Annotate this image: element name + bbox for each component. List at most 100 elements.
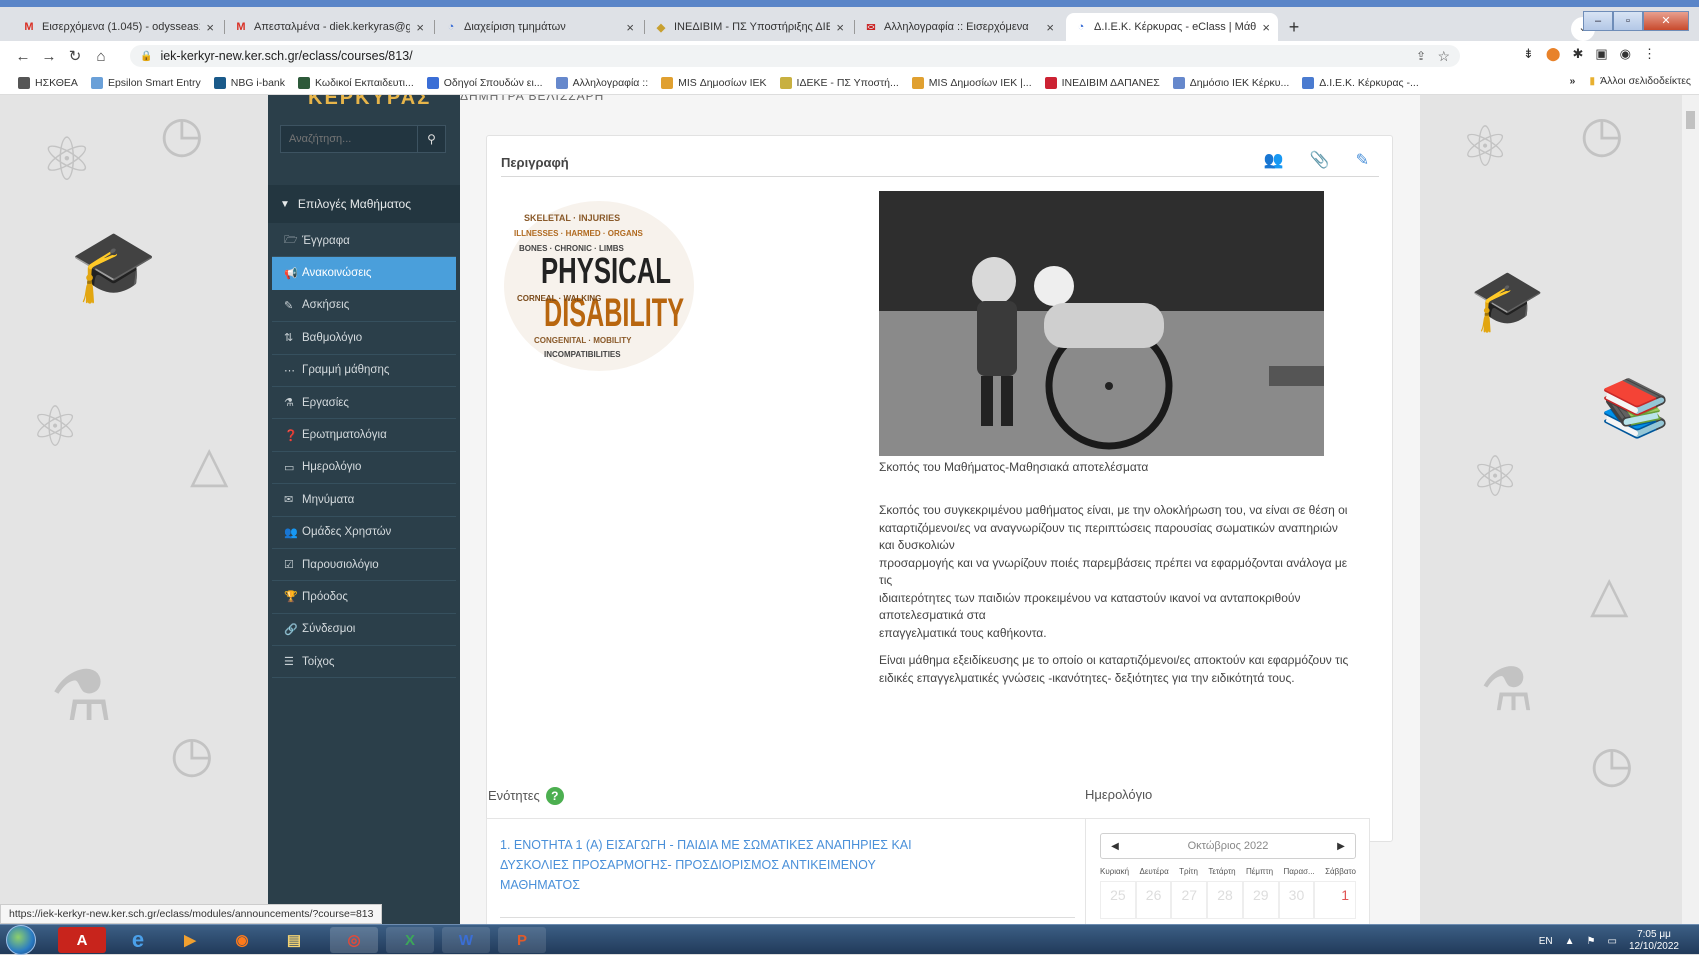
minimize-button[interactable]: – [1583, 11, 1613, 31]
extension-icon[interactable]: ⇟ [1523, 46, 1534, 62]
maximize-button[interactable]: ▫ [1613, 11, 1643, 31]
bookmark-item[interactable]: Δ.Ι.Ε.Κ. Κέρκυρας -... [1302, 76, 1419, 89]
scrollbar-thumb[interactable] [1686, 111, 1695, 129]
sidebar-item-list[interactable]: ☰ Τοίχος [272, 646, 456, 679]
profile-avatar-icon[interactable]: ◉ [1620, 46, 1631, 62]
share-icon[interactable]: ⇪ [1416, 49, 1426, 63]
calendar-day[interactable]: 25 [1100, 881, 1136, 919]
language-indicator[interactable]: EN [1539, 936, 1553, 947]
explorer-taskbar-icon[interactable]: ▤ [270, 927, 318, 953]
bookmark-item[interactable]: Δημόσιο ΙΕΚ Κέρκυ... [1172, 76, 1289, 89]
close-icon[interactable]: × [416, 20, 424, 35]
sidebar-item-envelope[interactable]: ✉ Μηνύματα [272, 484, 456, 517]
bookmark-item[interactable]: Κωδικοί Εκπαιδευτι... [298, 76, 414, 89]
close-icon[interactable]: × [626, 20, 634, 35]
eclass-icon: ◔ [447, 21, 455, 33]
calendar-day[interactable]: 29 [1242, 881, 1279, 919]
other-bookmarks[interactable]: » ▮ Άλλοι σελιδοδείκτες [1570, 75, 1692, 87]
sidebar-item-flask[interactable]: ⚗ Εργασίες [272, 387, 456, 420]
sidebar-item-edit[interactable]: ✎ Ασκήσεις [272, 290, 456, 323]
tab-inedivim[interactable]: ◆ ΙΝΕΔΙΒΙΜ - ΠΣ Υποστήριξης ΔΙΕΚ × [646, 13, 852, 41]
sidebar-item-folder[interactable]: 🗁 Έγγραφα [272, 225, 456, 258]
course-teacher-name: ΔΗΜΗΤΡΑ ΒΕΛΙΣΣΑΡΗ [460, 95, 605, 103]
calendar-next-button[interactable]: ▶ [1327, 841, 1355, 852]
course-description-card: Περιγραφή 👥 📎 ✎ SKELETAL · INJURIES ILLN… [486, 135, 1393, 842]
bookmark-item[interactable]: Epsilon Smart Entry [90, 76, 201, 89]
sidebar-item-megaphone[interactable]: 📢 Ανακοινώσεις [272, 257, 456, 290]
bookmark-item[interactable]: Αλληλογραφία :: [555, 76, 648, 89]
bookmark-star-icon[interactable]: ☆ [1437, 48, 1450, 65]
calendar-day[interactable]: 1 [1314, 881, 1357, 919]
puzzle-icon[interactable]: ✱ [1572, 46, 1583, 62]
new-tab-button[interactable]: + [1283, 17, 1305, 39]
calendar-day[interactable]: 28 [1207, 881, 1243, 919]
acrobat-taskbar-icon[interactable]: A [58, 927, 106, 953]
register-icon[interactable]: ✎ [1356, 150, 1369, 170]
page-scrollbar[interactable] [1682, 95, 1699, 924]
window-close-button[interactable]: ✕ [1643, 11, 1689, 31]
site-logo[interactable]: ΚΕΡΚΥΡΑΣ [308, 95, 431, 110]
ie-taskbar-icon[interactable]: e [114, 927, 162, 953]
excel-taskbar-icon[interactable]: X [386, 927, 434, 953]
reload-button[interactable]: ↻ [62, 47, 88, 65]
users-icon[interactable]: 👥 [1264, 150, 1284, 170]
powerpoint-taskbar-icon[interactable]: P [498, 927, 546, 953]
flag-icon[interactable]: ⚑ [1587, 936, 1596, 947]
sidebar-item-sort[interactable]: ⇅ Βαθμολόγιο [272, 322, 456, 355]
calendar-day[interactable]: 27 [1171, 881, 1208, 919]
calendar-day[interactable]: 26 [1135, 881, 1172, 919]
url-input[interactable]: 🔒 iek-kerkyr-new.ker.sch.gr/eclass/cours… [130, 45, 1460, 67]
sidebar-item-users[interactable]: 👥 Ομάδες Χρηστών [272, 517, 456, 549]
paperclip-icon[interactable]: 📎 [1310, 150, 1330, 170]
chrome-taskbar-icon[interactable]: ◎ [330, 927, 378, 953]
tab-gmail-sent[interactable]: M Απεσταλμένα - diek.kerkyras@gm × [226, 13, 432, 41]
sidebar-item-link[interactable]: 🔗 Σύνδεσμοι [272, 614, 456, 647]
sidebar-item-ellipsis[interactable]: ⋯ Γραμμή μάθησης [272, 355, 456, 387]
course-options-header[interactable]: ▼ Επιλογές Μαθήματος [268, 185, 460, 223]
tab-gmail-inbox[interactable]: M Εισερχόμενα (1.045) - odysseas1 × [14, 13, 222, 41]
sidebar-item-checkbox[interactable]: ☑ Παρουσιολόγιο [272, 549, 456, 582]
taskbar-clock[interactable]: 7:05 μμ 12/10/2022 [1629, 929, 1679, 953]
sort-icon: ⇅ [284, 332, 294, 345]
bookmark-favicon-icon [1044, 76, 1057, 89]
tab-class-management[interactable]: ◔ Διαχείριση τμημάτων × [436, 13, 642, 41]
bookmark-item[interactable]: ΗΣΚΘΕΑ [18, 76, 78, 89]
close-icon[interactable]: × [836, 20, 844, 35]
close-icon[interactable]: × [1262, 20, 1270, 35]
media-player-taskbar-icon[interactable]: ▶ [166, 927, 214, 953]
bookmark-item[interactable]: MIS Δημοσίων ΙΕΚ |... [911, 76, 1032, 89]
calendar-day[interactable]: 30 [1278, 881, 1315, 919]
unit-link-1[interactable]: 1. ΕΝΟΤΗΤΑ 1 (Α) ΕΙΣΑΓΩΓΗ - ΠΑΙΔΙΑ ΜΕ ΣΩ… [500, 835, 930, 895]
close-icon[interactable]: × [1046, 20, 1054, 35]
extension-orange-icon[interactable]: ⬤ [1546, 46, 1561, 62]
sidepanel-icon[interactable]: ▣ [1595, 46, 1607, 62]
sidebar-item-question[interactable]: ❓ Ερωτηματολόγια [272, 419, 456, 452]
tab-eclass-course[interactable]: ◔ Δ.Ι.Ε.Κ. Κέρκυρας - eClass | Μάθη × [1066, 13, 1278, 41]
sidebar-item-calendar[interactable]: ▭ Ημερολόγιο [272, 452, 456, 485]
sidebar-item-trophy[interactable]: 🏆 Πρόοδος [272, 581, 456, 614]
tray-arrow-icon[interactable]: ▲ [1565, 936, 1575, 947]
help-question-icon[interactable]: ? [545, 787, 564, 805]
search-input[interactable] [280, 125, 418, 153]
bookmark-favicon-icon [90, 76, 103, 89]
home-button[interactable]: ⌂ [88, 48, 114, 65]
search-button[interactable]: ⚲ [418, 125, 446, 153]
bookmark-item[interactable]: Οδηγοί Σπουδών ει... [426, 76, 543, 89]
bookmark-item[interactable]: ΙΝΕΔΙΒΙΜ ΔΑΠΑΝΕΣ [1044, 76, 1160, 89]
start-button[interactable] [6, 925, 36, 955]
doodle-triangle-icon: △ [190, 435, 229, 493]
bookmark-item[interactable]: ΙΔΕΚΕ - ΠΣ Υποστή... [779, 76, 899, 89]
firefox-taskbar-icon[interactable]: ◉ [218, 927, 266, 953]
back-button[interactable]: ← [10, 48, 36, 65]
close-icon[interactable]: × [206, 20, 214, 35]
tab-webmail[interactable]: ✉ Αλληλογραφία :: Εισερχόμενα × [856, 13, 1062, 41]
menu-kebab-icon[interactable]: ⋮ [1643, 46, 1656, 62]
forward-button[interactable]: → [36, 48, 62, 65]
description-header: Περιγραφή 👥 📎 ✎ [501, 147, 1379, 177]
network-icon[interactable]: ▭ [1607, 936, 1616, 947]
bookmark-item[interactable]: NBG i-bank [213, 76, 285, 89]
more-bookmarks-chevron[interactable]: » [1570, 75, 1576, 87]
bookmark-item[interactable]: MIS Δημοσίων ΙΕΚ [661, 76, 767, 89]
calendar-prev-button[interactable]: ◀ [1101, 841, 1129, 852]
word-taskbar-icon[interactable]: W [442, 927, 490, 953]
